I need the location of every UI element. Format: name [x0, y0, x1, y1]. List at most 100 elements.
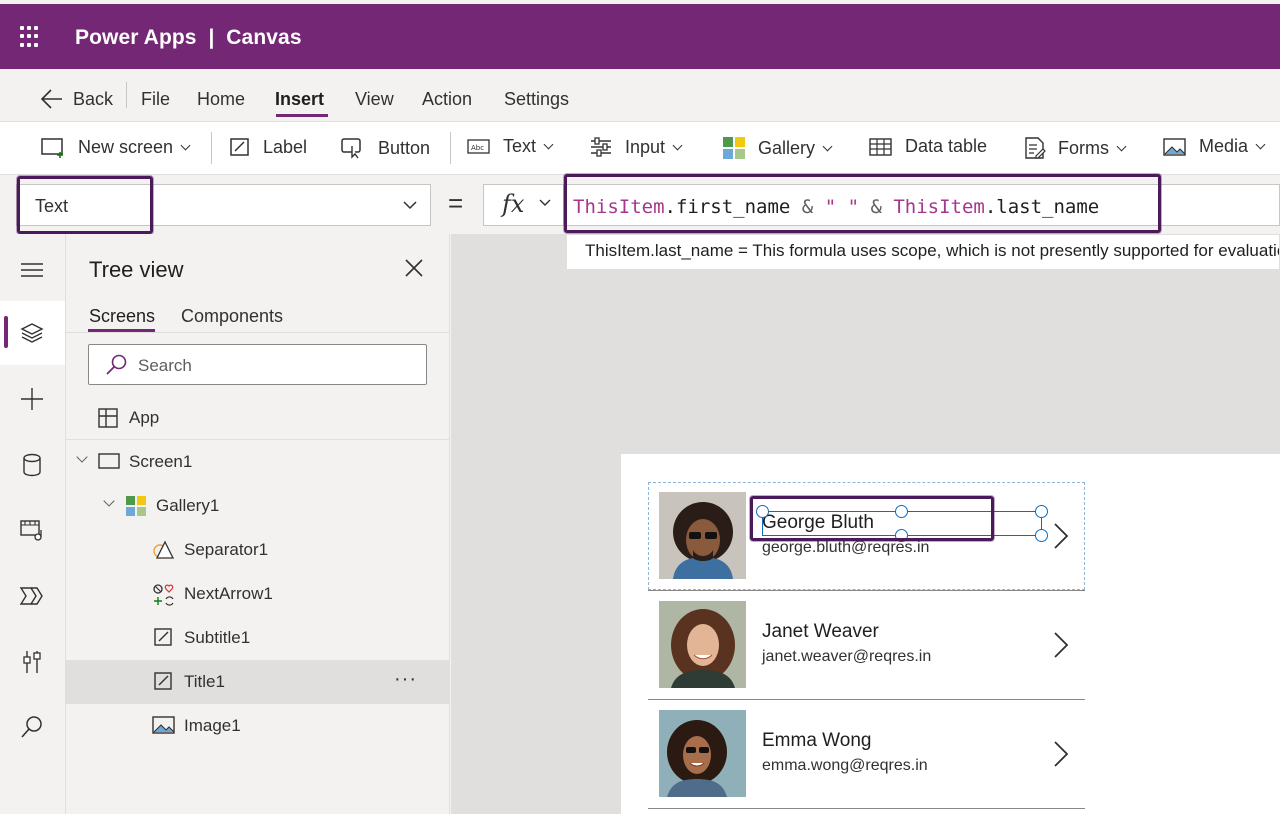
button-icon — [341, 138, 361, 159]
divider — [66, 332, 450, 333]
item-subtitle[interactable]: emma.wong@reqres.in — [762, 757, 928, 775]
forms-menu-button[interactable]: Forms — [1024, 136, 1127, 160]
divider — [126, 82, 127, 108]
tree-node-title1[interactable]: Title1 ··· — [66, 660, 450, 704]
divider — [450, 132, 451, 164]
label-icon — [230, 138, 249, 156]
screen-icon — [98, 453, 120, 469]
next-arrow-icon[interactable] — [1051, 740, 1071, 768]
tree-node-screen1[interactable]: Screen1 — [66, 440, 450, 484]
tab-components[interactable]: Components — [181, 306, 283, 327]
button-button[interactable]: Button — [340, 136, 430, 160]
plus-icon[interactable] — [18, 385, 46, 413]
gallery-item[interactable]: Janet Weaver janet.weaver@reqres.in — [648, 591, 1085, 700]
close-icon[interactable] — [404, 258, 424, 278]
media-library-icon[interactable] — [18, 516, 46, 544]
more-options-icon[interactable]: ··· — [394, 668, 417, 691]
gallery-icon — [723, 137, 745, 159]
new-screen-button[interactable]: New screen — [40, 136, 191, 158]
label-icon — [154, 628, 172, 646]
tree-node-nextarrow1[interactable]: NextArrow1 — [66, 572, 450, 616]
resize-handle[interactable] — [1035, 505, 1048, 518]
tree-search-input[interactable]: Search — [88, 344, 427, 385]
equals-sign: = — [448, 188, 464, 218]
chevron-down-icon — [403, 201, 417, 210]
menu-home[interactable]: Home — [197, 89, 245, 110]
item-title[interactable]: Janet Weaver — [762, 621, 879, 643]
chevron-down-icon[interactable] — [103, 495, 115, 507]
next-arrow-icon[interactable] — [1051, 631, 1071, 659]
chevron-down-icon[interactable] — [76, 451, 88, 463]
input-sliders-icon — [591, 137, 611, 157]
tree-view-title: Tree view — [89, 257, 184, 282]
text-input-icon: Abc — [467, 138, 490, 154]
power-automate-icon[interactable] — [18, 582, 46, 610]
database-icon[interactable] — [18, 451, 46, 479]
menu-view[interactable]: View — [355, 89, 394, 110]
tree-node-app[interactable]: App — [66, 396, 450, 440]
input-menu-button[interactable]: Input — [589, 136, 683, 158]
menu-bar: Back File Home Insert View Action Settin… — [0, 69, 1280, 121]
tree-node-label: Subtitle1 — [184, 628, 251, 647]
tree-node-label: NextArrow1 — [184, 584, 273, 603]
tree-node-label: Gallery1 — [156, 496, 220, 515]
property-highlight — [17, 176, 153, 234]
active-tab-indicator — [276, 114, 328, 117]
menu-action[interactable]: Action — [422, 89, 472, 110]
insert-ribbon: New screen Label Button Abc Text Input G… — [0, 121, 1280, 175]
tree-node-gallery1[interactable]: Gallery1 — [66, 484, 450, 528]
image-icon — [152, 716, 175, 734]
tree-node-label: App — [129, 408, 160, 427]
media-menu-button[interactable]: Media — [1163, 136, 1266, 157]
tree-node-label: Screen1 — [129, 452, 193, 471]
app-icon — [98, 408, 118, 428]
label-button[interactable]: Label — [229, 136, 307, 158]
menu-file[interactable]: File — [141, 89, 170, 110]
resize-handle[interactable] — [1035, 529, 1048, 542]
data-table-icon — [869, 137, 892, 156]
fx-icon: fx — [502, 190, 525, 218]
left-rail — [0, 234, 66, 814]
search-placeholder: Search — [138, 356, 192, 375]
menu-settings[interactable]: Settings — [504, 89, 569, 110]
shape-icon — [153, 540, 175, 559]
formula-highlight — [564, 174, 1161, 233]
icons-icon — [153, 584, 174, 606]
gallery-menu-label: Gallery — [758, 137, 816, 158]
formula-tooltip: ThisItem.last_name = This formula uses s… — [566, 234, 1280, 270]
tree-node-subtitle1[interactable]: Subtitle1 — [66, 616, 450, 660]
layers-icon[interactable] — [18, 319, 46, 347]
text-menu-button[interactable]: Abc Text — [467, 136, 554, 157]
tree-node-image1[interactable]: Image1 — [66, 704, 450, 748]
advanced-tools-icon[interactable] — [18, 648, 46, 676]
item-subtitle[interactable]: janet.weaver@reqres.in — [762, 648, 931, 666]
menu-insert[interactable]: Insert — [275, 89, 324, 110]
app-title: Power Apps | Canvas — [75, 26, 302, 49]
title-bar: Power Apps | Canvas — [0, 4, 1280, 69]
tab-screens[interactable]: Screens — [89, 306, 155, 327]
gallery-item[interactable]: Emma Wong emma.wong@reqres.in — [648, 700, 1085, 809]
profile-photo — [659, 710, 746, 797]
app-launcher-icon[interactable] — [20, 26, 42, 48]
item-title[interactable]: Emma Wong — [762, 730, 871, 752]
tree-node-label: Separator1 — [184, 540, 269, 559]
gallery-icon — [126, 496, 146, 516]
data-table-label: Data table — [905, 136, 988, 156]
divider — [211, 132, 212, 164]
data-table-button[interactable]: Data table — [869, 136, 987, 157]
back-arrow-icon[interactable] — [40, 88, 64, 115]
hamburger-menu-icon[interactable] — [18, 256, 46, 284]
back-button[interactable]: Back — [73, 89, 113, 110]
button-label: Button — [378, 137, 431, 158]
search-icon[interactable] — [18, 713, 46, 741]
forms-icon — [1025, 137, 1046, 159]
tree-view-pane: Tree view Screens Components Search App … — [66, 234, 450, 814]
media-icon — [1163, 137, 1186, 156]
tree-node-separator1[interactable]: Separator1 — [66, 528, 450, 572]
canvas-area — [451, 234, 566, 270]
input-menu-label: Input — [625, 136, 666, 157]
fx-button[interactable]: fx — [483, 184, 563, 226]
text-menu-label: Text — [503, 136, 537, 156]
search-icon — [106, 354, 127, 375]
gallery-menu-button[interactable]: Gallery — [722, 136, 833, 160]
